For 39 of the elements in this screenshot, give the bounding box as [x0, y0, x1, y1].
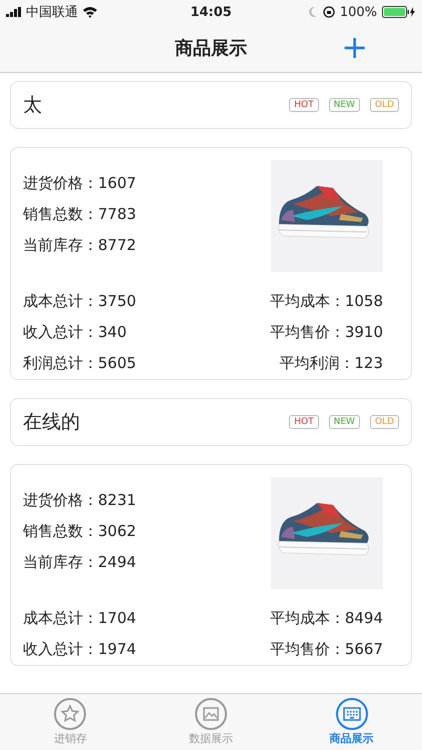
- detail-text: 进货价格：8231: [23, 491, 136, 510]
- moon-icon: [308, 6, 318, 18]
- battery-icon: [382, 6, 416, 18]
- image-icon: [195, 698, 227, 730]
- stat-text: 收入总计：1974: [23, 640, 138, 659]
- product-name: 在线的: [23, 410, 81, 435]
- stat-text: 利润总计：5605: [23, 354, 138, 373]
- signal-icon: [6, 7, 22, 17]
- grid-icon: [336, 698, 368, 730]
- add-button[interactable]: +: [337, 28, 372, 66]
- stat-text: 成本总计：1704: [23, 609, 138, 628]
- product-name: 太: [23, 93, 43, 118]
- stat-text: 平均成本：8494: [270, 609, 383, 628]
- detail-text: 销售总数：3062: [23, 522, 136, 541]
- detail-text: 进货价格：1607: [23, 174, 136, 193]
- rotation-lock-icon: [322, 6, 335, 18]
- tag: OLD: [370, 98, 399, 112]
- stat-text: 平均成本：1058: [270, 292, 383, 311]
- tag: NEW: [328, 98, 360, 112]
- detail-text: 当前库存：2494: [23, 553, 136, 572]
- tab[interactable]: 商品展示: [281, 694, 422, 750]
- tag: HOT: [289, 98, 319, 112]
- detail-text: 当前库存：8772: [23, 236, 136, 255]
- stat-text: 平均售价：5667: [270, 640, 383, 659]
- nav-title: 商品展示: [175, 37, 247, 60]
- status-time: 14:05: [189, 4, 233, 20]
- stat-text: 成本总计：3750: [23, 292, 138, 311]
- stat-text: 平均售价：3910: [270, 323, 383, 342]
- tag: OLD: [370, 415, 399, 429]
- carrier-name: 中国联通: [26, 4, 78, 21]
- tag: HOT: [289, 415, 319, 429]
- tab[interactable]: 数据展示: [140, 694, 282, 750]
- stat-text: 收入总计：340: [23, 323, 128, 342]
- tag: NEW: [328, 415, 360, 429]
- stat-text: 平均利润：123: [278, 354, 383, 373]
- detail-text: 销售总数：7783: [23, 205, 136, 224]
- wifi-icon: [82, 6, 98, 18]
- tab[interactable]: 进销存: [0, 694, 141, 750]
- battery-percent: 100%: [340, 4, 378, 20]
